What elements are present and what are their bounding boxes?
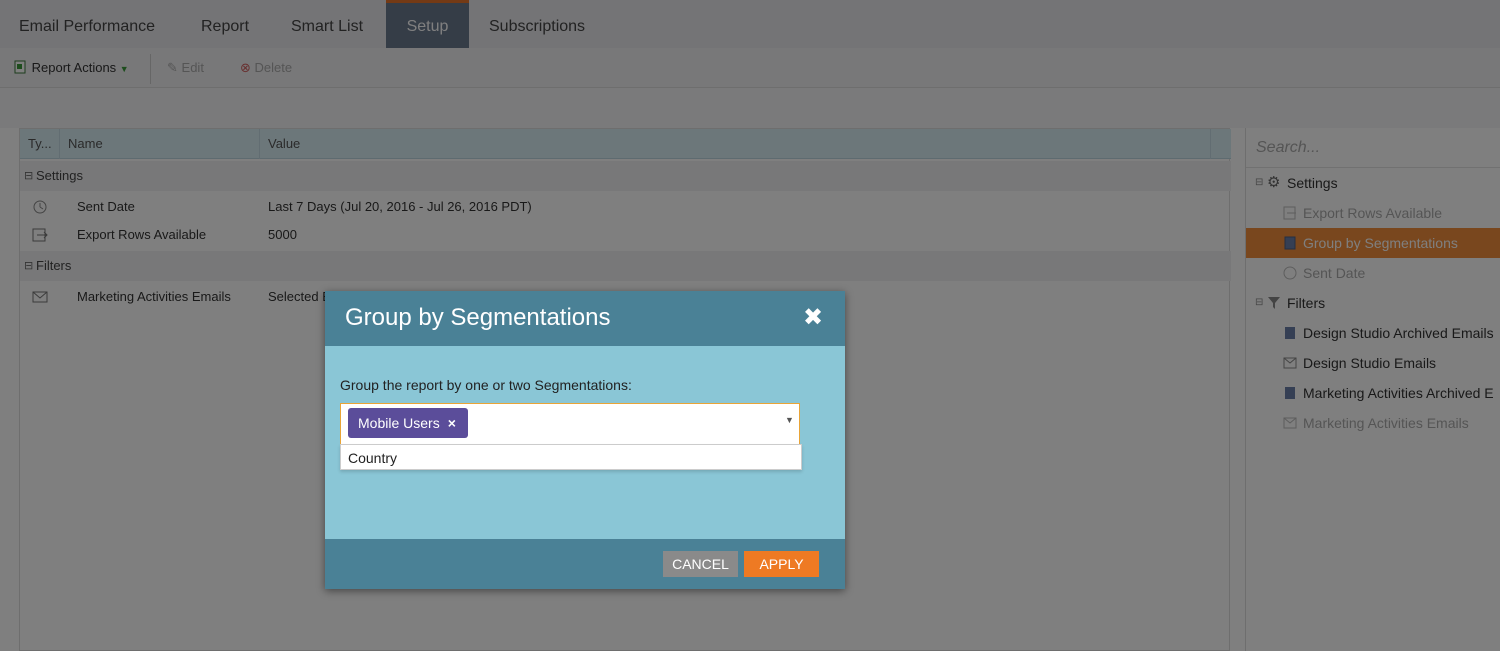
segmentation-prompt: Group the report by one or two Segmentat… [340,377,632,393]
dialog-body: Group the report by one or two Segmentat… [325,346,845,539]
close-icon[interactable]: ✖ [801,305,825,331]
apply-button[interactable]: APPLY [744,551,819,577]
dialog-header: Group by Segmentations ✖ [325,291,845,346]
remove-chip-icon[interactable]: × [448,408,456,438]
dialog-title: Group by Segmentations [345,304,611,331]
segmentation-dropdown: Country [340,444,802,470]
dropdown-option[interactable]: Country [348,445,397,471]
chip-label: Mobile Users [358,415,440,431]
chevron-down-icon[interactable]: ▼ [785,415,794,425]
dialog-footer: CANCEL APPLY [325,539,845,589]
selected-chip: Mobile Users × [348,408,468,438]
cancel-button[interactable]: CANCEL [663,551,738,577]
group-by-segmentations-dialog: Group by Segmentations ✖ Group the repor… [325,291,845,589]
segmentation-select[interactable]: Mobile Users × ▼ [340,403,800,445]
